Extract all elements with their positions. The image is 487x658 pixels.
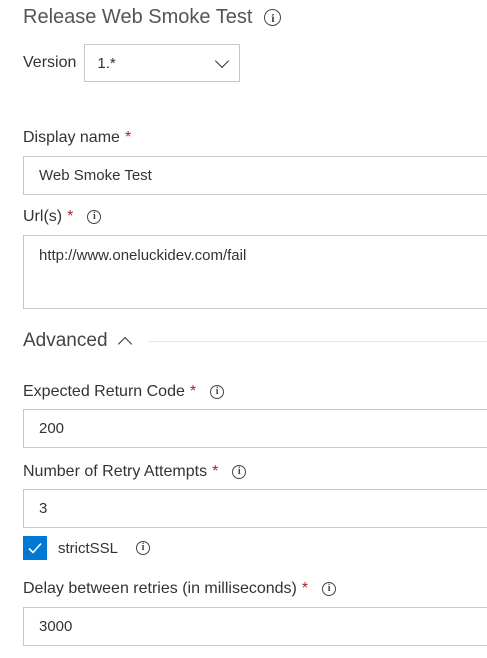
expected-return-code-input[interactable]: 200 (23, 409, 487, 448)
expected-return-code-label-text: Expected Return Code (23, 383, 185, 400)
required-marker: * (189, 383, 197, 400)
urls-label-text: Url(s) (23, 208, 63, 225)
expected-return-code-value: 200 (39, 420, 65, 437)
section-divider (147, 340, 487, 342)
retry-attempts-label-text: Number of Retry Attempts (23, 463, 208, 480)
display-name-value: Web Smoke Test (39, 167, 152, 184)
panel-title: Release Web Smoke Test i (23, 6, 282, 29)
expected-return-code-info-icon[interactable]: i (210, 385, 225, 399)
urls-textarea[interactable]: http://www.oneluckidev.com/fail (23, 235, 487, 309)
advanced-section-toggle[interactable]: Advanced (23, 330, 487, 352)
strict-ssl-checkbox[interactable] (23, 536, 47, 560)
panel-title-text: Release Web Smoke Test (23, 6, 253, 28)
chevron-up-icon (117, 336, 132, 352)
delay-label: Delay between retries (in milliseconds) … (23, 580, 337, 598)
delay-value: 3000 (39, 618, 73, 635)
task-settings-panel: Release Web Smoke Test i Version 1.* Dis… (0, 0, 487, 658)
display-name-label-text: Display name (23, 129, 120, 146)
strict-ssl-row: strictSSL i (23, 536, 151, 560)
display-name-input[interactable]: Web Smoke Test (23, 156, 487, 195)
expected-return-code-label: Expected Return Code * i (23, 383, 225, 401)
required-marker: * (212, 463, 219, 480)
urls-info-icon[interactable]: i (87, 210, 102, 224)
version-row: Version 1.* (23, 44, 241, 82)
required-marker: * (301, 580, 309, 597)
version-label: Version (23, 54, 77, 71)
urls-label: Url(s) * i (23, 208, 102, 226)
retry-attempts-input[interactable]: 3 (23, 489, 487, 528)
strict-ssl-label: strictSSL (58, 539, 119, 557)
display-name-label: Display name * (23, 129, 131, 147)
chevron-down-icon (215, 53, 230, 68)
retry-attempts-label: Number of Retry Attempts * i (23, 463, 247, 481)
delay-label-text: Delay between retries (in milliseconds) (23, 580, 297, 597)
delay-input[interactable]: 3000 (23, 607, 487, 646)
checkmark-icon (28, 542, 42, 554)
version-dropdown[interactable]: 1.* (84, 44, 241, 82)
retry-attempts-info-icon[interactable]: i (232, 465, 247, 479)
urls-value: http://www.oneluckidev.com/fail (39, 247, 247, 264)
advanced-label: Advanced (23, 330, 108, 351)
title-info-icon[interactable]: i (264, 9, 282, 26)
version-selected-value: 1.* (97, 54, 116, 72)
delay-info-icon[interactable]: i (322, 582, 337, 596)
required-marker: * (124, 129, 132, 146)
retry-attempts-value: 3 (39, 500, 48, 517)
required-marker: * (67, 208, 74, 225)
strict-ssl-info-icon[interactable]: i (136, 541, 151, 555)
